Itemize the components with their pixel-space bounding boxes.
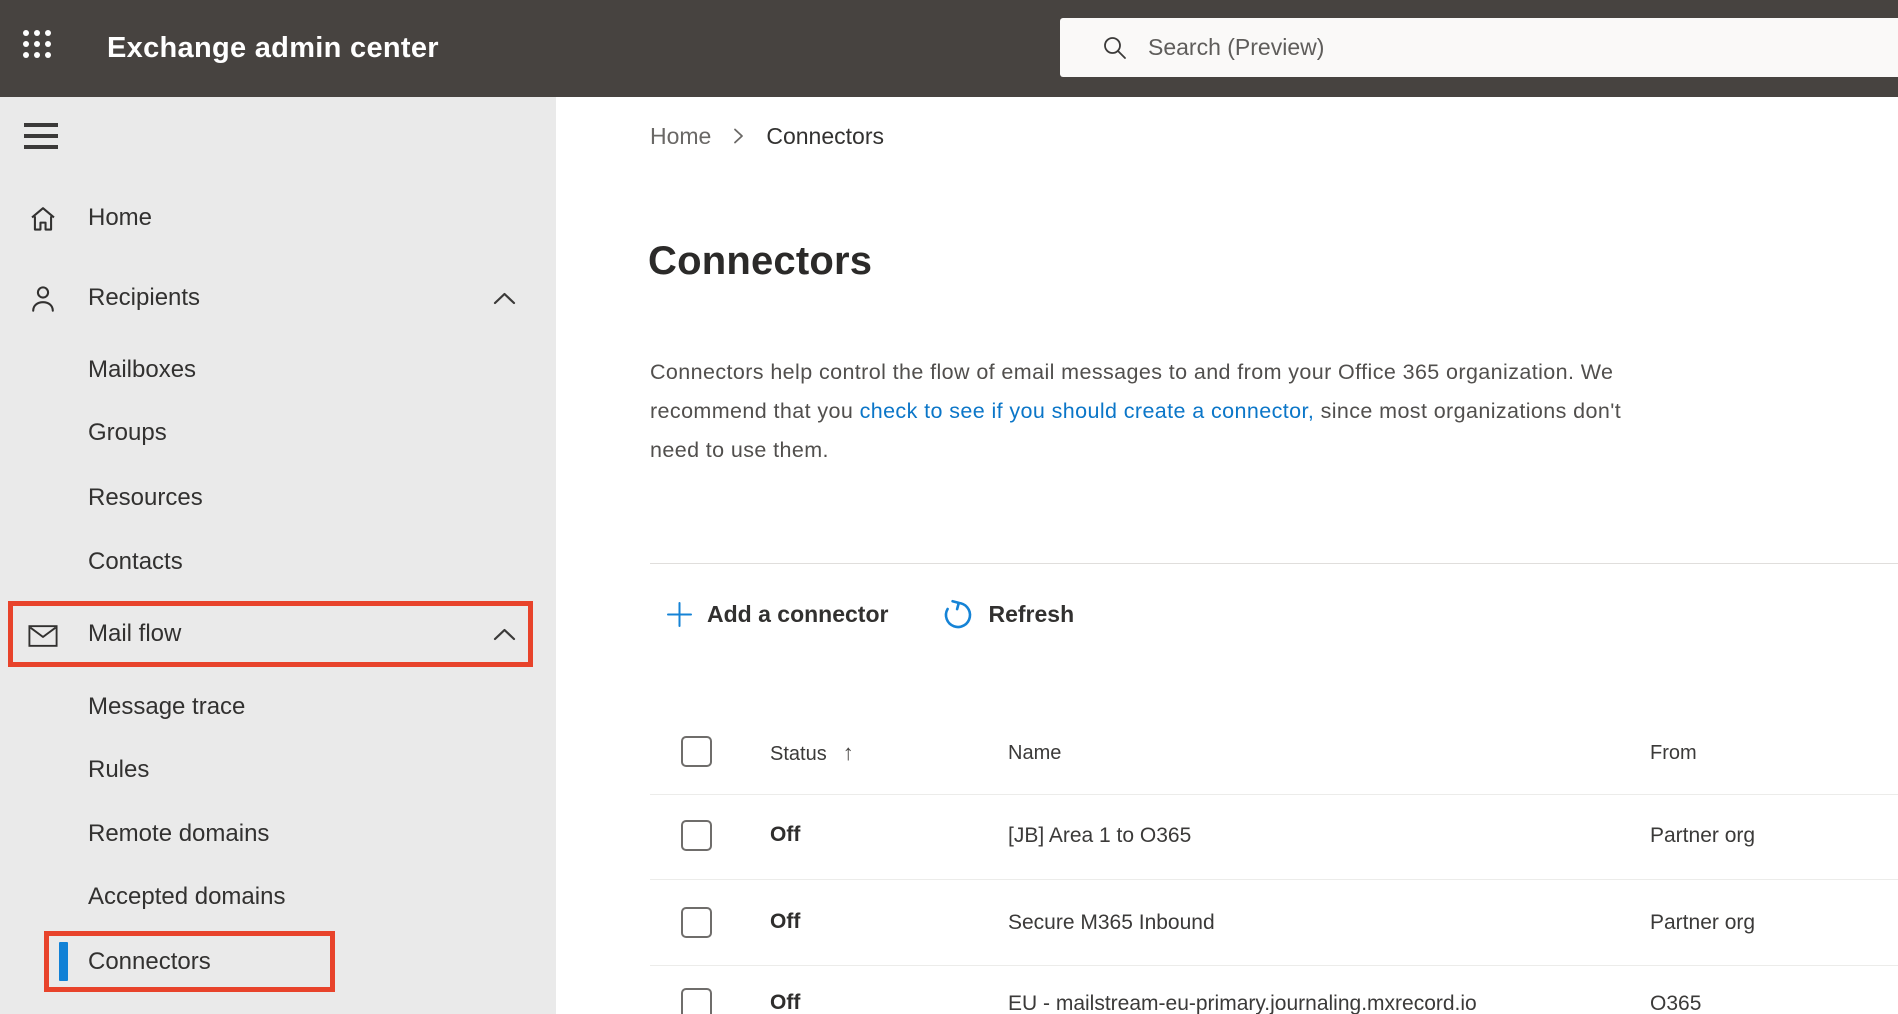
column-header-status[interactable]: Status ↑ [770, 740, 854, 766]
top-bar: Exchange admin center [0, 0, 1898, 97]
sidebar-item-recipients[interactable]: Recipients [0, 272, 556, 324]
cell-status: Off [770, 910, 801, 933]
sidebar-item-rules[interactable]: Rules [0, 744, 556, 796]
cell-name[interactable]: Secure M365 Inbound [1008, 911, 1215, 935]
home-icon [31, 207, 55, 231]
cell-name[interactable]: EU - mailstream-eu-primary.journaling.mx… [1008, 992, 1477, 1014]
search-icon [1104, 36, 1126, 59]
sidebar-nav: Home Recipients Mailboxes Groups Resourc… [0, 97, 556, 1014]
row-divider [650, 794, 1898, 795]
refresh-icon [945, 599, 972, 628]
page-description: Connectors help control the flow of emai… [650, 360, 1622, 462]
cell-from: O365 [1650, 992, 1702, 1014]
sidebar-item-message-trace[interactable]: Message trace [0, 681, 556, 733]
row-checkbox[interactable] [681, 820, 712, 851]
toolbar: Add a connector Refresh [666, 592, 1074, 636]
search-box[interactable] [1060, 18, 1898, 77]
selected-item-indicator [59, 942, 68, 981]
exchange-admin-center: Exchange admin center Home Reci [0, 0, 1898, 1014]
row-divider [650, 965, 1898, 966]
breadcrumb-current: Connectors [766, 122, 884, 149]
page-title: Connectors [648, 239, 873, 283]
sidebar-item-connectors[interactable]: Connectors [0, 936, 556, 988]
refresh-button[interactable]: Refresh [941, 598, 1074, 631]
chevron-right-icon [732, 126, 745, 146]
sidebar-item-mailboxes[interactable]: Mailboxes [0, 344, 556, 396]
plus-icon [667, 601, 692, 627]
app-launcher-icon[interactable] [21, 27, 57, 63]
row-checkbox[interactable] [681, 988, 712, 1014]
sidebar-item-groups[interactable]: Groups [0, 407, 556, 459]
toolbar-divider [650, 563, 1898, 564]
cell-status: Off [770, 823, 801, 846]
row-checkbox[interactable] [681, 907, 712, 938]
main-content: Home Connectors Connectors Connectors he… [556, 97, 1898, 1014]
breadcrumb: Home Connectors [650, 120, 884, 152]
chevron-up-icon[interactable] [493, 628, 516, 641]
sidebar-item-contacts[interactable]: Contacts [0, 536, 556, 588]
hamburger-menu-icon[interactable] [24, 123, 58, 152]
cell-status: Off [770, 991, 801, 1014]
person-icon [32, 286, 54, 312]
sidebar-item-accepted-domains[interactable]: Accepted domains [0, 871, 556, 923]
app-title: Exchange admin center [107, 32, 439, 64]
column-header-from[interactable]: From [1650, 742, 1697, 765]
row-divider [650, 879, 1898, 880]
sidebar-item-mail-flow[interactable]: Mail flow [0, 608, 556, 660]
column-header-name[interactable]: Name [1008, 742, 1061, 765]
breadcrumb-home-link[interactable]: Home [650, 123, 711, 150]
cell-from: Partner org [1650, 824, 1756, 847]
sort-ascending-icon: ↑ [842, 740, 854, 765]
search-input[interactable] [1148, 34, 1748, 61]
cell-from: Partner org [1650, 911, 1756, 934]
add-connector-button[interactable]: Add a connector [666, 601, 888, 628]
chevron-up-icon[interactable] [493, 292, 516, 305]
envelope-icon [28, 625, 58, 647]
sidebar-item-home[interactable]: Home [0, 192, 556, 244]
sidebar-item-resources[interactable]: Resources [0, 472, 556, 524]
create-connector-check-link[interactable]: check to see if you should create a conn… [860, 399, 1315, 423]
select-all-checkbox[interactable] [681, 736, 712, 767]
cell-name[interactable]: [JB] Area 1 to O365 [1008, 824, 1191, 848]
sidebar-item-remote-domains[interactable]: Remote domains [0, 808, 556, 860]
